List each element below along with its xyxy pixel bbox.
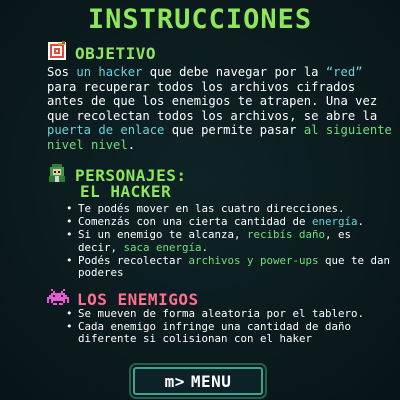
- highlight-gateway: puerta de enlace: [47, 123, 165, 138]
- target-icon: [47, 41, 67, 65]
- page-title: INSTRUCCIONES: [87, 4, 313, 35]
- highlight-hacker: un hacker: [76, 65, 143, 79]
- objective-paragraph: Sos un hacker que debe navegar por la “r…: [47, 65, 392, 152]
- objective-heading-label: OBJETIVO: [75, 43, 157, 63]
- hacker-icon: [47, 163, 67, 187]
- list-item: Te podés mover en las cuatro direcciones…: [64, 202, 394, 215]
- enemies-rules-list: Se mueven de forma aleatoria por el tabl…: [64, 307, 394, 347]
- menu-button[interactable]: m> MENU: [133, 367, 263, 395]
- hacker-rules-list: Te podés mover en las cuatro direcciones…: [64, 202, 394, 280]
- highlight-red: “red”: [325, 65, 363, 79]
- list-item: Podés recolectar archivos y power-ups qu…: [64, 254, 394, 279]
- hacker-subheading: EL HACKER: [80, 182, 172, 201]
- enemies-heading-label: LOS ENEMIGOS: [77, 289, 199, 309]
- space-invader-icon: [47, 289, 69, 309]
- list-item: Se mueven de forma aleatoria por el tabl…: [64, 307, 394, 320]
- list-item: Comenzás con una cierta cantidad de ener…: [64, 216, 394, 229]
- menu-key-hint: m>: [164, 371, 185, 391]
- list-item: Si un enemigo te alcanza, recibís daño, …: [64, 229, 394, 254]
- menu-button-label: MENU: [190, 371, 232, 391]
- enemies-heading: LOS ENEMIGOS: [47, 289, 199, 309]
- objective-heading: OBJETIVO: [47, 41, 156, 65]
- list-item: Cada enemigo infringe una cantidad de da…: [64, 321, 394, 346]
